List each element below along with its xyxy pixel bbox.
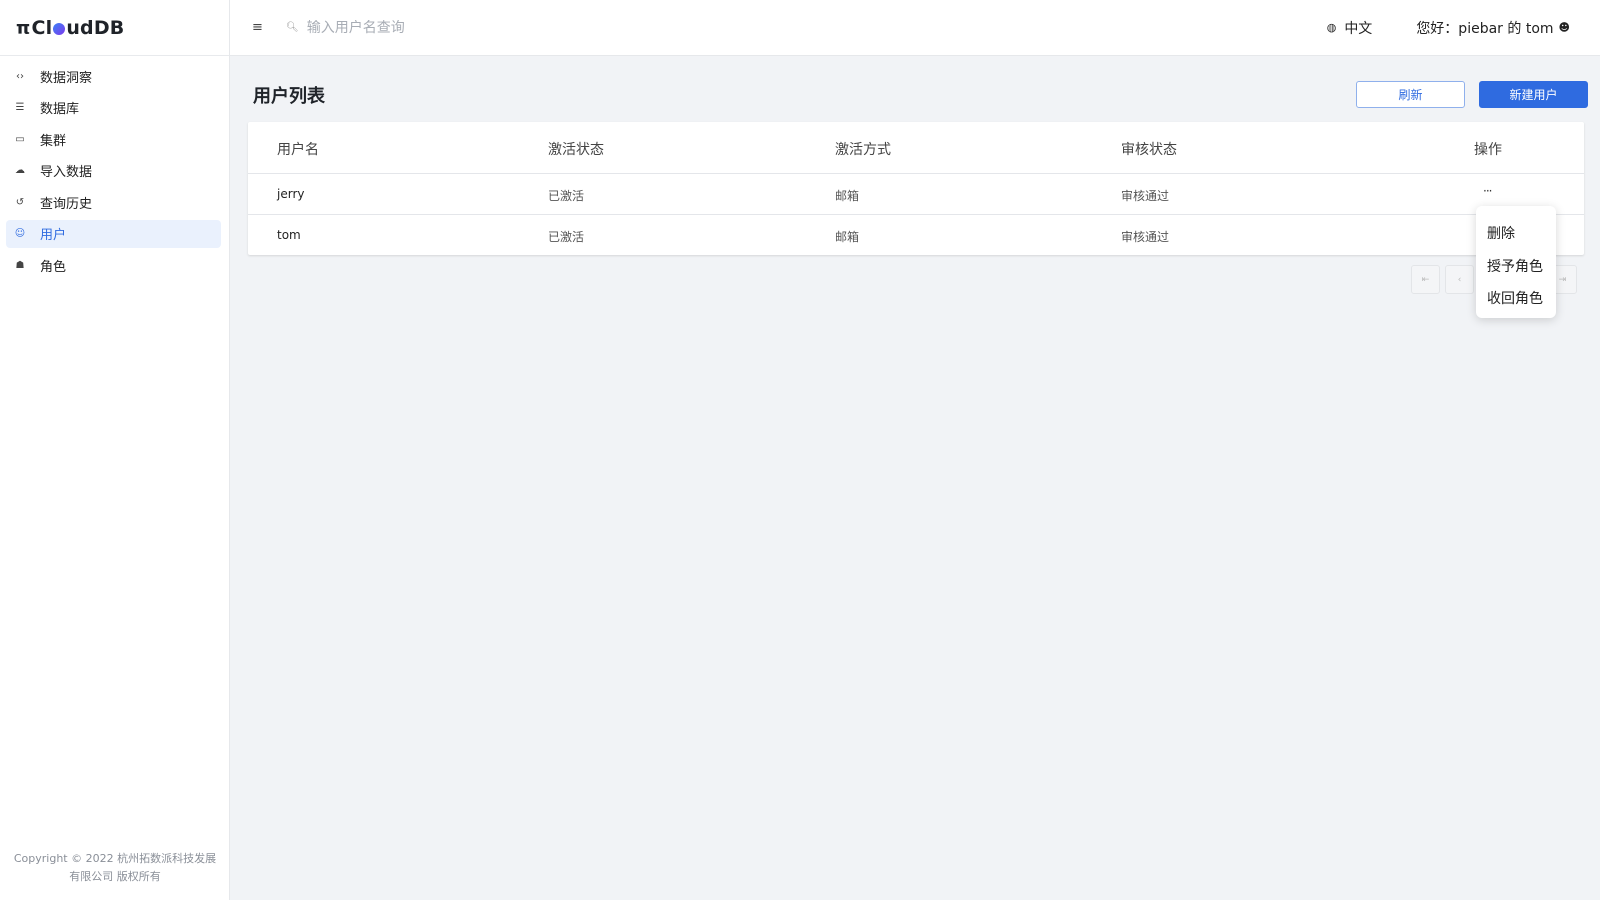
prev-page-button[interactable]: ‹ <box>1445 265 1474 294</box>
sidebar-item-label: 数据洞察 <box>40 70 93 86</box>
sidebar-item-label: 角色 <box>40 260 67 276</box>
code-icon: ‹› <box>16 70 24 82</box>
sidebar-item-label: 数据库 <box>40 102 80 118</box>
sidebar-item-label: 用户 <box>40 228 67 244</box>
cell-activation-method: 邮箱 <box>835 230 860 244</box>
sidebar-nav: ‹› 数据洞察 ☰ 数据库 ▭ 集群 ☁ 导入数据 ↺ 查询历史 ☺ 用户 ☗ … <box>0 56 229 280</box>
column-header-review-status: 审核状态 <box>1121 142 1177 158</box>
action-dropdown-menu: 删除 授予角色 收回角色 <box>1476 206 1556 318</box>
page-title: 用户列表 <box>253 86 325 107</box>
cell-review-status: 审核通过 <box>1121 230 1170 244</box>
list-icon: ☰ <box>15 102 25 114</box>
laptop-icon: ▭ <box>15 133 25 145</box>
user-avatar-icon: ☻ <box>1558 21 1570 34</box>
user-table: 用户名 激活状态 激活方式 审核状态 操作 jerry 已激活 邮箱 审核通过 … <box>248 122 1584 255</box>
cell-username: jerry <box>277 187 305 201</box>
logo[interactable]: πCl udDB <box>0 0 229 56</box>
table-row: tom 已激活 邮箱 审核通过 <box>248 215 1584 256</box>
copyright: Copyright © 2022 杭州拓数派科技发展有限公司 版权所有 <box>13 852 217 883</box>
more-actions-button[interactable]: ··· <box>1483 184 1493 198</box>
refresh-button[interactable]: 刷新 <box>1356 81 1465 108</box>
header-right: ◍ 中文 您好：piebar 的 tom ☻ <box>1327 18 1570 38</box>
menu-toggle-icon[interactable]: ≡ <box>252 20 264 35</box>
user-icon: ☺ <box>14 228 26 240</box>
sidebar-item-query-history[interactable]: ↺ 查询历史 <box>6 188 221 216</box>
logo-cube-icon <box>53 22 66 35</box>
cell-activation-status: 已激活 <box>548 189 585 203</box>
first-page-button[interactable]: ⇤ <box>1411 265 1440 294</box>
table-row: jerry 已激活 邮箱 审核通过 ··· <box>248 174 1584 215</box>
cloud-upload-icon: ☁ <box>15 165 25 177</box>
sidebar-item-label: 集群 <box>40 133 67 149</box>
sidebar-item-cluster[interactable]: ▭ 集群 <box>6 125 221 153</box>
column-header-username: 用户名 <box>277 142 319 158</box>
user-menu[interactable]: 您好：piebar 的 tom ☻ <box>1416 18 1570 38</box>
search-icon: 🔍︎ <box>286 22 299 33</box>
history-icon: ↺ <box>15 196 25 208</box>
cell-activation-method: 邮箱 <box>835 189 860 203</box>
column-header-activation-method: 激活方式 <box>835 142 891 158</box>
search-bar: 🔍︎ <box>286 19 607 36</box>
cell-username: tom <box>277 228 301 242</box>
column-header-actions: 操作 <box>1474 142 1502 158</box>
language-label: 中文 <box>1344 20 1373 37</box>
top-header: ≡ 🔍︎ ◍ 中文 您好：piebar 的 tom ☻ <box>230 0 1600 56</box>
greeting-text: 您好：piebar 的 tom <box>1416 20 1554 37</box>
revoke-role-menu-item[interactable]: 收回角色 <box>1476 282 1556 315</box>
logo-text: πCl udDB <box>16 16 125 39</box>
language-switcher[interactable]: ◍ 中文 <box>1327 18 1373 38</box>
new-user-button[interactable]: 新建用户 <box>1479 81 1588 108</box>
delete-menu-item[interactable]: 删除 <box>1476 217 1556 250</box>
sidebar-item-database[interactable]: ☰ 数据库 <box>6 94 221 122</box>
sidebar-item-users[interactable]: ☺ 用户 <box>6 219 221 248</box>
sidebar-item-import-data[interactable]: ☁ 导入数据 <box>6 157 221 185</box>
role-icon: ☗ <box>15 260 25 272</box>
cell-activation-status: 已激活 <box>548 230 585 244</box>
column-header-activation-status: 激活状态 <box>548 142 604 158</box>
sidebar-item-label: 查询历史 <box>40 196 93 212</box>
globe-icon: ◍ <box>1326 21 1337 34</box>
table-header: 用户名 激活状态 激活方式 审核状态 操作 <box>248 122 1584 174</box>
search-input[interactable] <box>306 19 607 36</box>
sidebar-item-label: 导入数据 <box>40 165 93 181</box>
grant-role-menu-item[interactable]: 授予角色 <box>1476 250 1556 283</box>
cell-review-status: 审核通过 <box>1121 189 1170 203</box>
sidebar-item-roles[interactable]: ☗ 角色 <box>6 252 221 280</box>
sidebar: πCl udDB ‹› 数据洞察 ☰ 数据库 ▭ 集群 ☁ 导入数据 ↺ 查询历史… <box>0 0 230 900</box>
sidebar-item-data-insight[interactable]: ‹› 数据洞察 <box>6 62 221 90</box>
